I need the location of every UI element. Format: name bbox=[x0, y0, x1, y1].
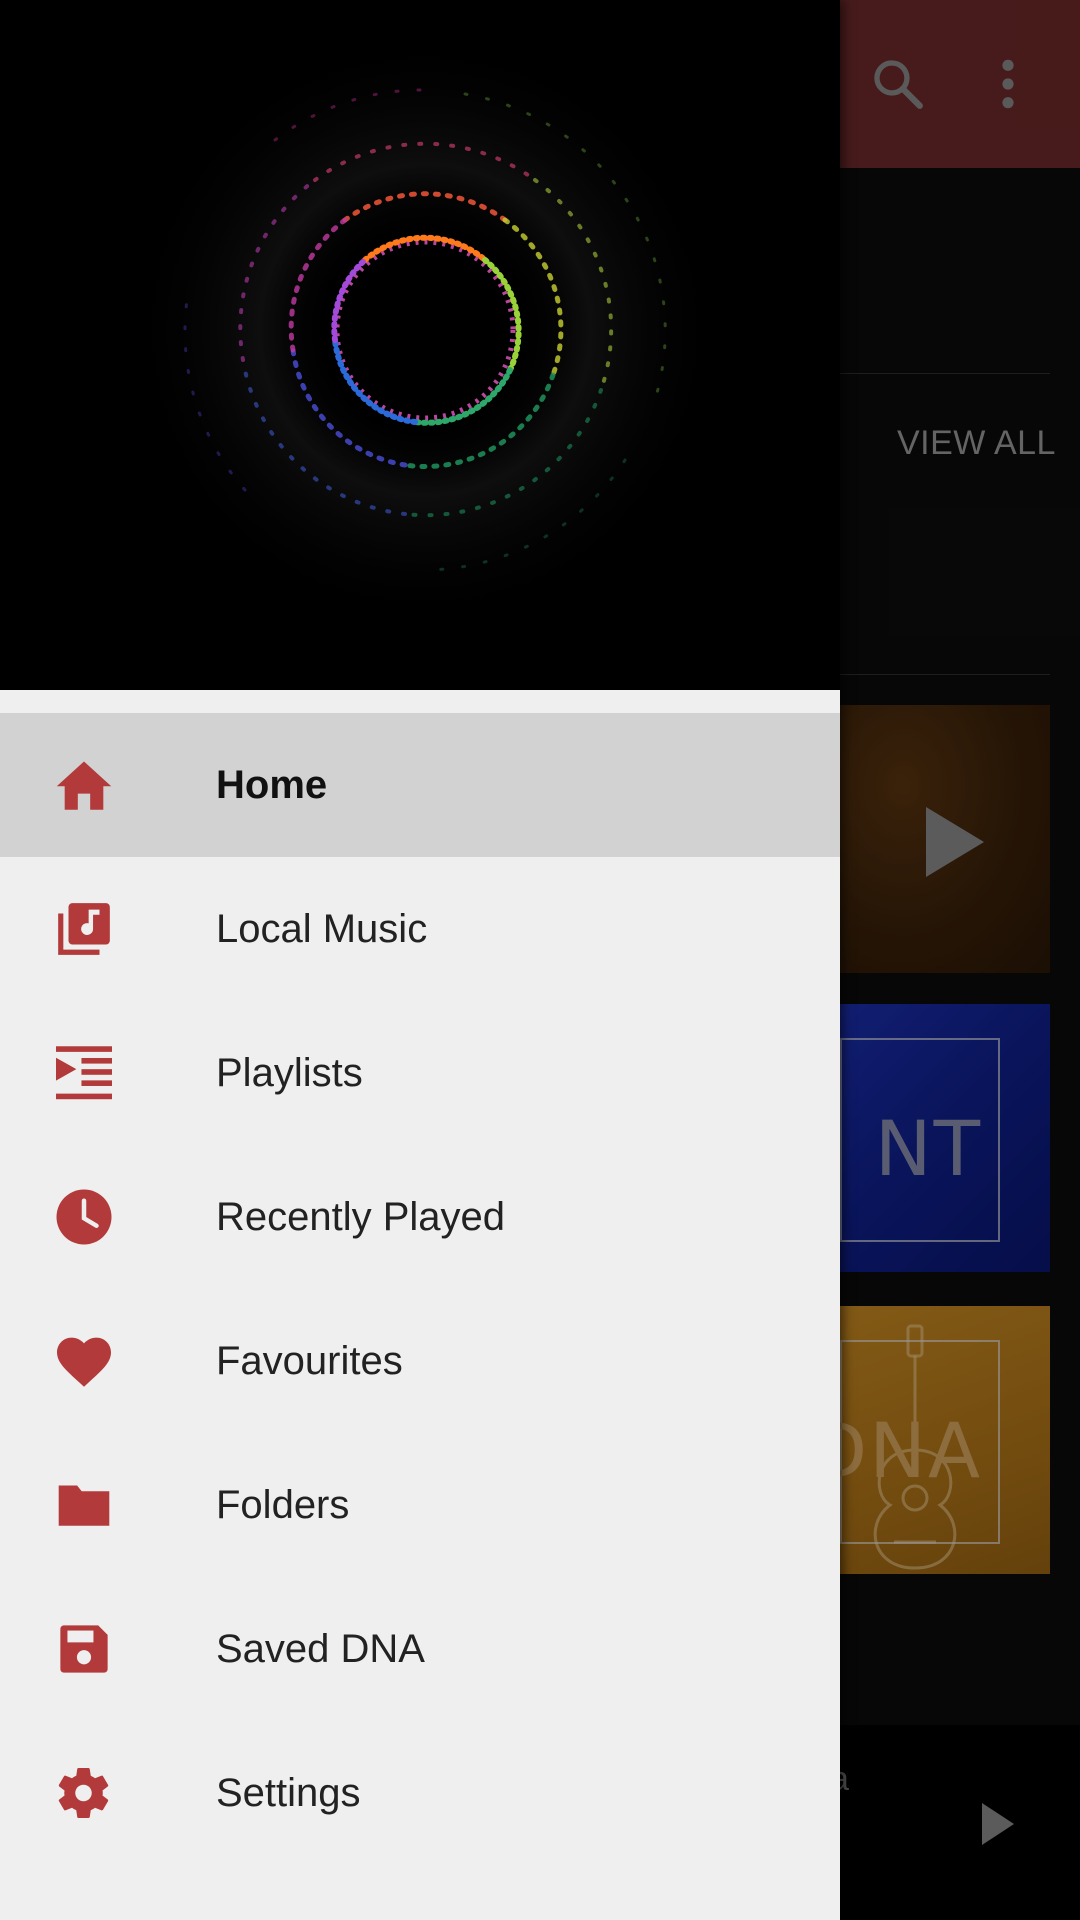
drawer-item-label: Local Music bbox=[216, 906, 428, 951]
drawer-item-label: Favourites bbox=[216, 1338, 403, 1383]
drawer-item-label: Recently Played bbox=[216, 1194, 506, 1239]
drawer-item-playlists[interactable]: Playlists bbox=[0, 1001, 840, 1145]
playlist-icon bbox=[52, 1041, 116, 1105]
drawer-menu: Home Local Music Playlists Recently Play… bbox=[0, 713, 840, 1865]
library-music-icon bbox=[52, 897, 116, 961]
drawer-item-label: Home bbox=[216, 762, 328, 807]
drawer-item-label: Folders bbox=[216, 1482, 350, 1527]
drawer-item-recently-played[interactable]: Recently Played bbox=[0, 1145, 840, 1289]
drawer-item-label: Settings bbox=[216, 1770, 361, 1815]
drawer-item-favourites[interactable]: Favourites bbox=[0, 1289, 840, 1433]
clock-icon bbox=[52, 1185, 116, 1249]
home-icon bbox=[52, 753, 116, 817]
drawer-item-label: Saved DNA bbox=[216, 1626, 425, 1671]
audio-visualizer-image bbox=[125, 30, 725, 630]
drawer-item-saved-dna[interactable]: Saved DNA bbox=[0, 1577, 840, 1721]
navigation-drawer: Home Local Music Playlists Recently Play… bbox=[0, 0, 840, 1920]
drawer-item-folders[interactable]: Folders bbox=[0, 1433, 840, 1577]
drawer-item-settings[interactable]: Settings bbox=[0, 1721, 840, 1865]
folder-icon bbox=[52, 1473, 116, 1537]
drawer-item-home[interactable]: Home bbox=[0, 713, 840, 857]
gear-icon bbox=[52, 1761, 116, 1825]
drawer-item-local-music[interactable]: Local Music bbox=[0, 857, 840, 1001]
save-icon bbox=[52, 1617, 116, 1681]
heart-icon bbox=[52, 1329, 116, 1393]
drawer-item-label: Playlists bbox=[216, 1050, 363, 1095]
drawer-header bbox=[0, 0, 840, 690]
